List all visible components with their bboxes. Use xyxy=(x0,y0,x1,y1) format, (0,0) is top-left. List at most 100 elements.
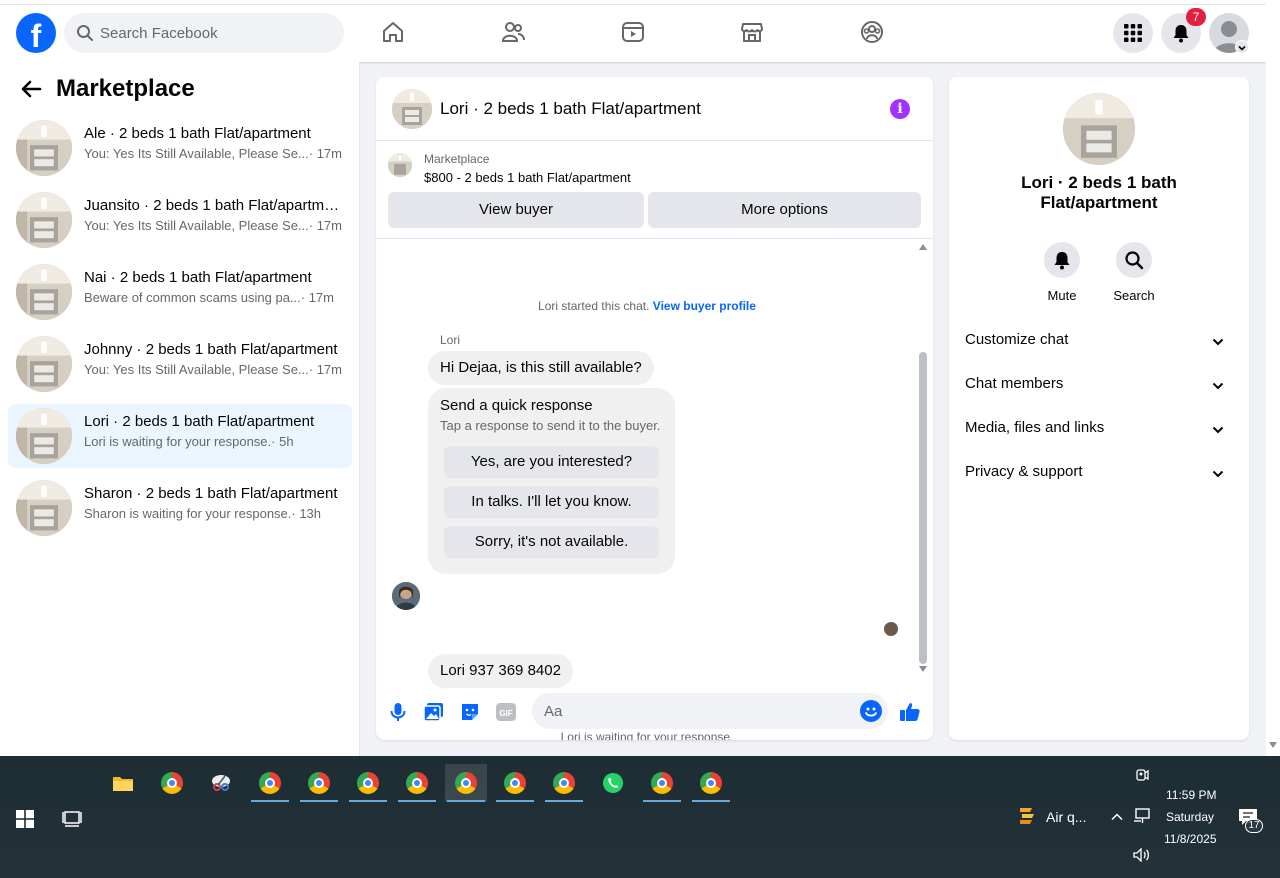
chrome-profile-app-3[interactable] xyxy=(347,764,389,802)
search-bar[interactable] xyxy=(64,13,344,53)
listing-title[interactable]: $800 - 2 beds 1 bath Flat/apartment xyxy=(424,170,631,185)
running-indicator xyxy=(251,800,289,802)
windows-taskbar: Air q... 11:59 PM Saturday 11/8/2025 17 xyxy=(0,756,1280,878)
scroll-up-arrow[interactable] xyxy=(919,244,927,250)
network-icon[interactable] xyxy=(1133,808,1151,824)
apartment-thumbnail-icon xyxy=(16,192,72,248)
microphone-icon[interactable] xyxy=(386,700,410,724)
video-icon[interactable] xyxy=(620,19,646,45)
more-options-button[interactable]: More options xyxy=(648,192,921,228)
chrome-profile-app-9[interactable] xyxy=(690,764,732,802)
quick-response-interested[interactable]: Yes, are you interested? xyxy=(444,446,659,478)
conversation-item[interactable]: Johnny · 2 beds 1 bath Flat/apartment Yo… xyxy=(8,332,352,396)
media-files-links-section[interactable]: Media, files and links xyxy=(965,419,1233,443)
chrome-app[interactable] xyxy=(151,764,193,802)
conversation-item[interactable]: Ale · 2 beds 1 bath Flat/apartment You: … xyxy=(8,116,352,180)
conversation-avatar xyxy=(16,408,72,464)
meet-now-icon[interactable] xyxy=(1135,768,1149,782)
groups-icon[interactable] xyxy=(859,19,885,45)
search-in-chat-button[interactable] xyxy=(1116,242,1152,278)
quick-response-in-talks[interactable]: In talks. I'll let you know. xyxy=(444,486,659,518)
conversation-name: Nai · 2 beds 1 bath Flat/apartment xyxy=(84,269,312,286)
chrome-profile-app-4[interactable] xyxy=(396,764,438,802)
conversation-item[interactable]: Nai · 2 beds 1 bath Flat/apartment Bewar… xyxy=(8,260,352,324)
air-quality-label[interactable]: Air q... xyxy=(1046,809,1086,825)
emoji-icon[interactable] xyxy=(860,700,882,722)
sticker-icon[interactable] xyxy=(458,700,482,724)
search-input[interactable] xyxy=(100,13,330,53)
quick-response-not-available[interactable]: Sorry, it's not available. xyxy=(444,526,659,558)
thread-scrollbar-thumb[interactable] xyxy=(919,352,927,664)
marketplace-icon[interactable] xyxy=(739,19,765,45)
volume-icon[interactable] xyxy=(1133,848,1151,862)
chrome-profile-app-5[interactable] xyxy=(445,764,487,802)
message-input-box[interactable] xyxy=(532,693,888,729)
chat-window: Lori · 2 beds 1 bath Flat/apartment i Ma… xyxy=(376,77,933,740)
chrome-profile-app-2[interactable] xyxy=(298,764,340,802)
section-label: Media, files and links xyxy=(965,419,1105,436)
notification-center-badge: 17 xyxy=(1245,819,1263,833)
message-input[interactable] xyxy=(544,693,844,729)
mute-action[interactable]: Mute xyxy=(1032,242,1092,303)
view-buyer-button[interactable]: View buyer xyxy=(388,192,644,228)
task-view-icon[interactable] xyxy=(62,808,82,828)
conversation-item[interactable]: Juansito · 2 beds 1 bath Flat/apartment … xyxy=(8,188,352,252)
listing-source: Marketplace xyxy=(424,152,490,166)
chrome-profile-app-6[interactable] xyxy=(494,764,536,802)
chevron-up-icon[interactable] xyxy=(1110,810,1124,824)
scroll-down-arrow[interactable] xyxy=(1269,742,1277,748)
chrome-icon xyxy=(308,772,330,794)
conversation-preview: You: Yes Its Still Available, Please Se.… xyxy=(84,362,309,377)
conversation-avatar xyxy=(16,120,72,176)
back-arrow-icon[interactable] xyxy=(20,78,42,100)
sender-avatar[interactable] xyxy=(392,582,420,610)
conversation-preview: You: Yes Its Still Available, Please Se.… xyxy=(84,146,309,161)
chat-avatar[interactable] xyxy=(392,89,432,129)
home-icon[interactable] xyxy=(380,19,406,45)
conversation-item[interactable]: Sharon · 2 beds 1 bath Flat/apartment Sh… xyxy=(8,476,352,540)
chrome-profile-app-7[interactable] xyxy=(543,764,585,802)
folder-icon xyxy=(113,777,133,791)
air-quality-icon[interactable] xyxy=(1016,804,1038,828)
message-bubble: Lori 937 369 8402 xyxy=(428,654,573,688)
clock-date[interactable]: 11/8/2025 xyxy=(1164,832,1217,846)
account-chevron[interactable] xyxy=(1235,40,1249,54)
running-indicator xyxy=(349,800,387,802)
thumbs-up-icon[interactable] xyxy=(898,700,922,724)
gif-icon[interactable]: GIF xyxy=(494,700,518,724)
friends-icon[interactable] xyxy=(500,19,526,45)
message-bubble: Hi Dejaa, is this still available? xyxy=(428,351,654,385)
whatsapp-app[interactable] xyxy=(592,764,634,802)
search-label: Search xyxy=(1113,288,1155,303)
file-explorer-app[interactable] xyxy=(102,764,144,802)
facebook-logo[interactable]: f xyxy=(16,13,56,53)
conversation-time: · 17m xyxy=(308,218,342,233)
privacy-support-section[interactable]: Privacy & support xyxy=(965,463,1233,487)
menu-button[interactable] xyxy=(1113,13,1153,53)
bell-icon xyxy=(1054,252,1070,270)
info-icon[interactable]: i xyxy=(890,99,910,119)
listing-thumbnail[interactable] xyxy=(388,153,412,177)
customize-chat-section[interactable]: Customize chat xyxy=(965,331,1233,355)
details-avatar[interactable] xyxy=(1063,93,1135,165)
search-action[interactable]: Search xyxy=(1104,242,1164,303)
snipping-tool-app[interactable] xyxy=(200,764,242,802)
chrome-profile-app-8[interactable] xyxy=(641,764,683,802)
view-buyer-profile-link[interactable]: View buyer profile xyxy=(653,299,756,313)
mute-button[interactable] xyxy=(1044,242,1080,278)
chrome-profile-app-1[interactable] xyxy=(249,764,291,802)
clock-day[interactable]: Saturday xyxy=(1166,810,1214,824)
scroll-down-arrow[interactable] xyxy=(919,666,927,672)
grid-menu-icon xyxy=(1124,24,1142,42)
chrome-icon xyxy=(553,772,575,794)
sidebar-title: Marketplace xyxy=(56,75,195,102)
conversation-item[interactable]: Lori · 2 beds 1 bath Flat/apartment Lori… xyxy=(8,404,352,468)
conversation-avatar xyxy=(16,480,72,536)
chat-members-section[interactable]: Chat members xyxy=(965,375,1233,399)
section-label: Chat members xyxy=(965,375,1064,392)
photo-icon[interactable] xyxy=(422,700,446,724)
running-indicator xyxy=(643,800,681,802)
clock-time[interactable]: 11:59 PM xyxy=(1166,788,1216,802)
windows-start-icon[interactable] xyxy=(16,810,34,828)
page-scrollbar[interactable] xyxy=(1266,0,1280,756)
